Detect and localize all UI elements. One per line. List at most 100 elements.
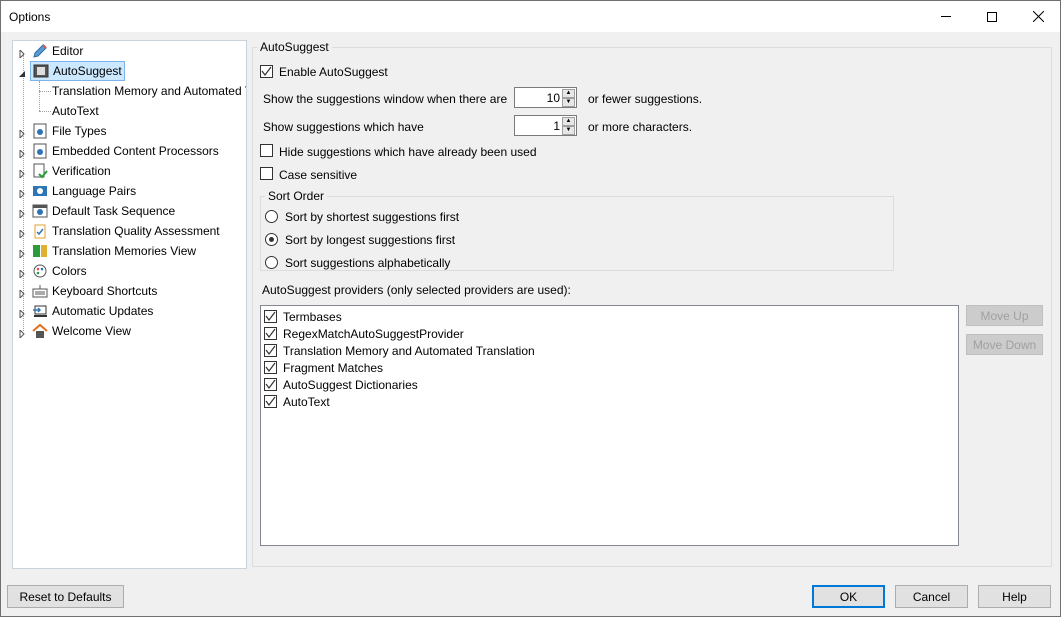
checkmark-icon [261,66,272,76]
tree-item-label: Default Task Sequence [52,204,176,218]
tree-item-keyboard-shortcuts[interactable]: Keyboard Shortcuts [32,281,157,301]
provider-item[interactable]: AutoSuggest Dictionaries [264,376,418,393]
provider-label: Fragment Matches [283,360,384,375]
tree-item-translation-quality-assessment[interactable]: Translation Quality Assessment [32,221,220,241]
options-tree[interactable]: Editor AutoSuggest Translation Memory and … [12,40,247,569]
tree-item-automatic-updates[interactable]: Automatic Updates [32,301,153,321]
min-chars-spinner[interactable]: 1 ▲ ▼ [514,115,577,136]
move-down-button[interactable]: Move Down [966,334,1043,355]
provider-checkbox[interactable] [264,361,277,374]
provider-checkbox[interactable] [264,344,277,357]
file-gear-icon [32,143,48,159]
collapsed-arrow-icon[interactable] [18,327,26,340]
provider-item[interactable]: AutoText [264,393,330,410]
provider-label: RegexMatchAutoSuggestProvider [283,326,464,341]
sort-shortest-radio[interactable] [265,210,278,223]
sort-longest-label: Sort by longest suggestions first [285,233,456,247]
home-icon [32,323,48,339]
checkmark-icon [265,345,276,355]
tree-item-verification[interactable]: Verification [32,161,111,181]
cancel-button[interactable]: Cancel [895,585,968,608]
palette-icon [32,263,48,279]
sort-shortest-label: Sort by shortest suggestions first [285,210,460,224]
tree-item-label: Language Pairs [52,184,137,198]
collapsed-arrow-icon[interactable] [18,247,26,260]
tree-item-autosuggest[interactable]: AutoSuggest [30,61,125,81]
tree-item-file-types[interactable]: File Types [32,121,106,141]
window-threshold-suffix: or fewer suggestions. [588,92,703,106]
tree-item-language-pairs[interactable]: Language Pairs [32,181,136,201]
sort-order-title: Sort Order [265,189,328,203]
tree-subitem-label: AutoText [52,104,99,118]
collapsed-arrow-icon[interactable] [18,187,26,200]
providers-label: AutoSuggest providers (only selected pro… [262,283,571,297]
collapsed-arrow-icon[interactable] [18,147,26,160]
hide-used-checkbox[interactable] [260,144,273,157]
clipboard-check-icon [32,223,48,239]
collapsed-arrow-icon[interactable] [18,287,26,300]
collapsed-arrow-icon[interactable] [18,167,26,180]
tree-item-label: Translation Quality Assessment [52,224,220,238]
pencil-icon [32,43,48,59]
tree-subitem-label: Translation Memory and Automated Transla… [52,84,246,98]
autosuggest-group-title: AutoSuggest [257,40,332,54]
provider-item[interactable]: RegexMatchAutoSuggestProvider [264,325,464,342]
provider-checkbox[interactable] [264,395,277,408]
expanded-arrow-icon[interactable] [18,67,26,77]
provider-checkbox[interactable] [264,327,277,340]
collapsed-arrow-icon[interactable] [18,307,26,320]
collapsed-arrow-icon[interactable] [18,127,26,140]
sort-longest-radio[interactable] [265,233,278,246]
min-chars-value: 1 [553,119,560,133]
tree-item-label: Translation Memories View [52,244,197,258]
window-threshold-spinner[interactable]: 10 ▲ ▼ [514,87,577,108]
tree-item-translation-memories-view[interactable]: Translation Memories View [32,241,196,261]
tree-subitem[interactable]: AutoText [52,101,99,121]
spin-up-icon[interactable]: ▲ [562,89,575,98]
tree-item-welcome-view[interactable]: Welcome View [32,321,131,341]
enable-autosuggest-checkbox[interactable] [260,65,273,78]
provider-label: Translation Memory and Automated Transla… [283,343,535,358]
providers-list[interactable]: Termbases RegexMatchAutoSuggestProvider Tr… [260,305,959,546]
tm-view-icon [32,243,48,259]
reset-defaults-label: Reset to Defaults [19,589,112,604]
spin-down-icon[interactable]: ▼ [562,126,575,135]
minimize-button[interactable] [923,1,969,32]
collapsed-arrow-icon[interactable] [18,47,26,60]
spin-up-icon[interactable]: ▲ [562,117,575,126]
provider-label: AutoSuggest Dictionaries [283,377,418,392]
reset-defaults-button[interactable]: Reset to Defaults [7,585,124,608]
provider-item[interactable]: Termbases [264,308,342,325]
tree-item-editor[interactable]: Editor [32,41,83,61]
window-threshold-label: Show the suggestions window when there a… [263,92,508,106]
tree-subitem[interactable]: Translation Memory and Automated Transla… [52,81,246,101]
provider-item[interactable]: Fragment Matches [264,359,383,376]
collapsed-arrow-icon[interactable] [18,207,26,220]
case-sensitive-label: Case sensitive [279,168,358,182]
ok-button[interactable]: OK [812,585,885,608]
collapsed-arrow-icon[interactable] [18,267,26,280]
maximize-button[interactable] [969,1,1015,32]
move-up-button[interactable]: Move Up [966,305,1043,326]
spin-down-icon[interactable]: ▼ [562,98,575,107]
provider-item[interactable]: Translation Memory and Automated Transla… [264,342,535,359]
tree-item-label: Welcome View [52,324,131,338]
min-chars-suffix: or more characters. [588,120,693,134]
provider-label: Termbases [283,309,342,324]
case-sensitive-checkbox[interactable] [260,167,273,180]
provider-checkbox[interactable] [264,310,277,323]
window-title: Options [9,10,51,24]
close-button[interactable] [1015,1,1061,32]
provider-checkbox[interactable] [264,378,277,391]
tree-item-embedded-content-processors[interactable]: Embedded Content Processors [32,141,219,161]
sort-alpha-radio[interactable] [265,256,278,269]
updates-icon [32,303,48,319]
help-button[interactable]: Help [978,585,1051,608]
tree-item-default-task-sequence[interactable]: Default Task Sequence [32,201,175,221]
verify-check-icon [32,163,48,179]
tree-item-colors[interactable]: Colors [32,261,87,281]
collapsed-arrow-icon[interactable] [18,227,26,240]
minimize-icon [941,16,951,17]
checkmark-icon [265,396,276,406]
language-pairs-icon [32,183,48,199]
